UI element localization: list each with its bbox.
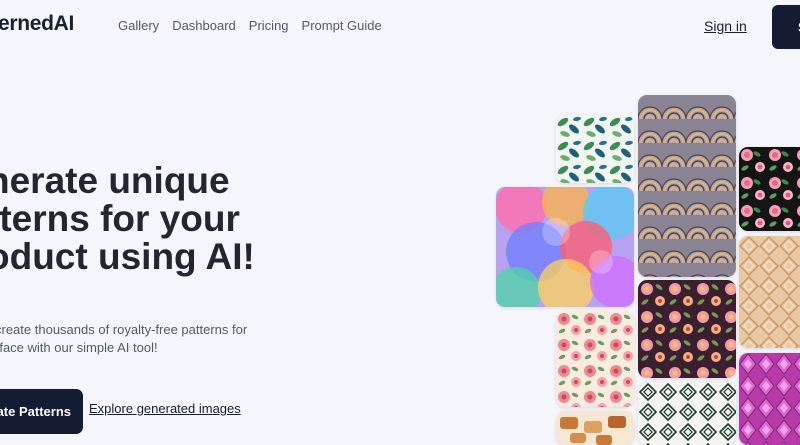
rainbow-circles-pattern-image <box>496 187 634 307</box>
baked-goods-pattern-image <box>556 411 634 445</box>
hero-title-line-3: oduct using AI! <box>0 236 255 277</box>
rose-on-black-pattern-tile[interactable] <box>739 147 800 231</box>
beige-geometric-pattern-image <box>739 236 800 348</box>
nav-link-prompt-guide[interactable]: Prompt Guide <box>302 18 382 33</box>
nav-link-dashboard[interactable]: Dashboard <box>172 18 236 33</box>
purple-floral-pattern-tile[interactable] <box>638 280 736 378</box>
generate-patterns-button[interactable]: ate Patterns <box>0 389 83 434</box>
leaves-pattern-image <box>556 115 634 183</box>
rainbow-circles-pattern-tile[interactable] <box>496 187 634 307</box>
nav-link-gallery[interactable]: Gallery <box>118 18 159 33</box>
hero-title: nerate unique tterns for your oduct usin… <box>0 162 287 276</box>
hero-title-line-2: tterns for your <box>0 198 240 239</box>
hero-subtitle-line-2: rface with our simple AI tool! <box>0 340 158 355</box>
pink-floral-pattern-image <box>556 311 634 407</box>
magenta-diamond-pattern-tile[interactable] <box>739 353 800 445</box>
get-started-button[interactable]: S <box>772 5 800 49</box>
diamond-outline-pattern-image <box>638 382 736 445</box>
leaves-pattern-tile[interactable] <box>556 115 634 183</box>
top-navigation: ernedAI Gallery Dashboard Pricing Prompt… <box>0 0 800 52</box>
beige-geometric-pattern-tile[interactable] <box>739 236 800 348</box>
hero-subtitle: create thousands of royalty-free pattern… <box>0 321 295 357</box>
hero-subtitle-line-1: create thousands of royalty-free pattern… <box>0 322 248 337</box>
pink-floral-pattern-tile[interactable] <box>556 311 634 407</box>
art-deco-fan-pattern-tile[interactable] <box>638 95 736 277</box>
hero-title-line-1: nerate unique <box>0 160 230 201</box>
explore-images-link[interactable]: Explore generated images <box>89 401 241 416</box>
rose-on-black-pattern-image <box>739 147 800 231</box>
purple-floral-pattern-image <box>638 280 736 378</box>
nav-links: Gallery Dashboard Pricing Prompt Guide <box>118 18 382 33</box>
brand-logo[interactable]: ernedAI <box>0 12 74 36</box>
diamond-outline-pattern-tile[interactable] <box>638 382 736 445</box>
art-deco-fan-pattern-image <box>638 95 736 277</box>
baked-goods-pattern-tile[interactable] <box>556 411 634 445</box>
magenta-diamond-pattern-image <box>739 353 800 445</box>
sign-in-link[interactable]: Sign in <box>704 18 747 34</box>
nav-link-pricing[interactable]: Pricing <box>249 18 289 33</box>
